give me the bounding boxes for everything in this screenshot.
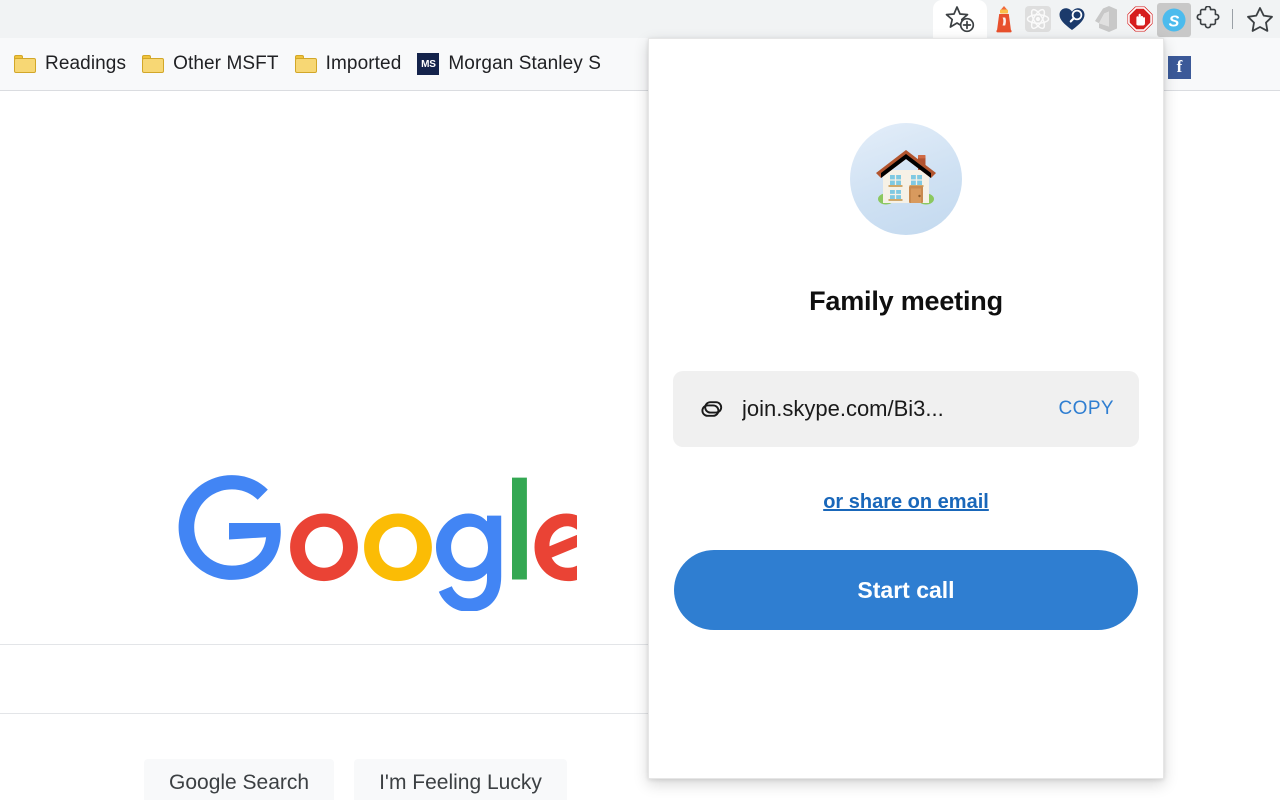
heart-search-icon[interactable] xyxy=(1055,0,1089,38)
bookmark-label: Other MSFT xyxy=(173,53,279,74)
add-bookmark-star-icon[interactable] xyxy=(933,0,987,38)
react-devtools-icon[interactable] xyxy=(1021,0,1055,38)
skype-meeting-popup: Family meeting join.skype.com/Bi3... COP… xyxy=(648,38,1164,779)
folder-icon xyxy=(14,55,36,73)
office-icon[interactable] xyxy=(1089,0,1123,38)
search-input[interactable] xyxy=(0,644,662,714)
search-buttons: Google Search I'm Feeling Lucky xyxy=(144,759,567,800)
meeting-title: Family meeting xyxy=(809,286,1003,316)
share-on-email-link[interactable]: or share on email xyxy=(823,491,989,514)
copy-link-button[interactable]: COPY xyxy=(1059,398,1114,420)
meeting-avatar xyxy=(850,123,962,235)
adblock-stop-icon[interactable] xyxy=(1123,0,1157,38)
folder-icon xyxy=(294,55,317,73)
meeting-link-text: join.skype.com/Bi3... xyxy=(742,396,944,421)
skype-icon[interactable]: S xyxy=(1157,3,1191,37)
start-call-button[interactable]: Start call xyxy=(674,550,1138,630)
extensions-puzzle-icon[interactable] xyxy=(1191,0,1225,38)
bookmark-folder-other-msft[interactable]: Other MSFT xyxy=(134,44,287,84)
toolbar-divider xyxy=(1232,9,1233,29)
bookmark-facebook-favicon[interactable]: f xyxy=(1168,56,1191,79)
facebook-favicon-letter: f xyxy=(1176,57,1183,76)
extensions-toolbar: S xyxy=(933,0,1280,38)
meeting-link-row[interactable]: join.skype.com/Bi3... COPY xyxy=(673,371,1139,447)
bookmark-star-icon[interactable] xyxy=(1240,0,1280,38)
feeling-lucky-button[interactable]: I'm Feeling Lucky xyxy=(354,759,567,800)
house-emoji xyxy=(876,150,936,205)
folder-icon xyxy=(142,55,165,73)
browser-window: S Readings Other MSFT Imported MS Morgan… xyxy=(0,0,1280,800)
bookmark-folder-imported[interactable]: Imported xyxy=(287,44,410,84)
svg-text:S: S xyxy=(1169,13,1180,30)
browser-toolbar: S xyxy=(0,0,1280,38)
bookmark-label: Imported xyxy=(325,53,402,74)
morgan-stanley-favicon: MS xyxy=(417,53,440,75)
chain-link-icon xyxy=(698,398,726,420)
bookmark-folder-readings[interactable]: Readings xyxy=(6,44,134,84)
lighthouse-icon[interactable] xyxy=(987,0,1021,38)
bookmark-morgan-stanley[interactable]: MS Morgan Stanley S xyxy=(409,44,609,84)
google-logo xyxy=(153,471,597,612)
bookmark-label: Morgan Stanley S xyxy=(448,53,602,74)
google-search-button[interactable]: Google Search xyxy=(144,759,335,800)
bookmark-label: Readings xyxy=(45,53,127,74)
